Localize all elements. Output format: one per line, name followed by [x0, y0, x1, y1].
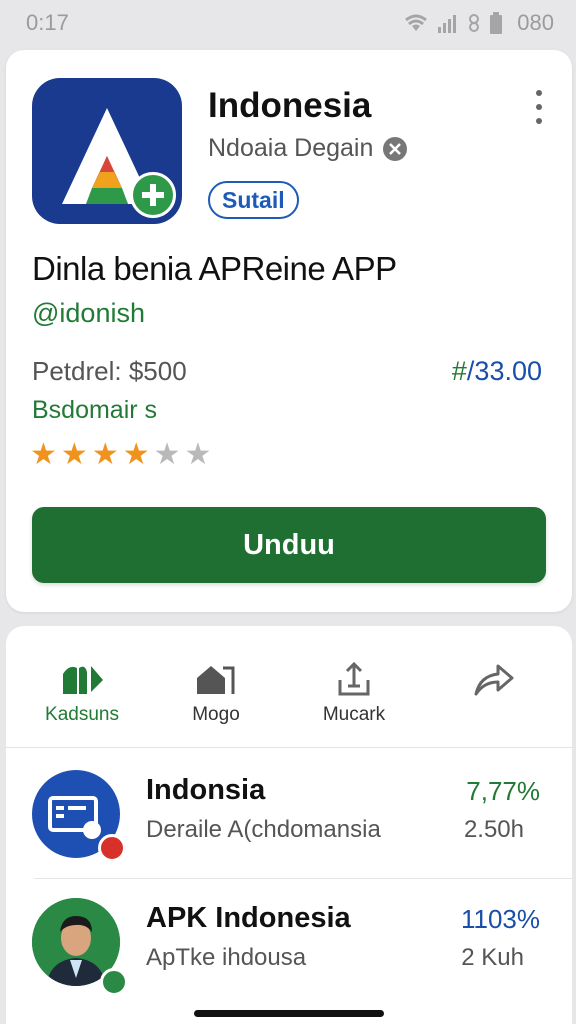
- app-avatar: [32, 770, 126, 862]
- star-empty-icon: ★: [153, 438, 181, 471]
- battery-level: 080: [517, 10, 554, 35]
- developer-name[interactable]: Ndoaia Degain: [208, 134, 373, 163]
- row-meta: 2 Kuh: [461, 944, 524, 971]
- divider: [34, 878, 572, 879]
- add-badge-icon: [130, 172, 176, 218]
- row-stat: 1103%: [460, 904, 540, 934]
- app-category[interactable]: Bsdomair s: [32, 396, 157, 425]
- price-hash: #: [451, 356, 467, 386]
- price-value: #/33.00: [452, 356, 542, 387]
- upload-icon: [338, 662, 370, 696]
- tab-store[interactable]: Kadsuns: [22, 662, 142, 726]
- alert-badge-icon: [98, 834, 126, 862]
- app-title: Dinla benia APReine APP: [32, 250, 397, 287]
- home-indicator[interactable]: [194, 1010, 384, 1017]
- app-handle[interactable]: @idonish: [32, 298, 145, 329]
- tab-upload[interactable]: Mucark: [294, 662, 414, 726]
- more-options-icon[interactable]: [530, 90, 548, 124]
- star-filled-icon: ★: [60, 438, 88, 471]
- tab-label: Kadsuns: [45, 704, 119, 725]
- row-subtitle: ApTke ihdousa: [146, 944, 307, 971]
- wifi-icon: [405, 14, 428, 31]
- developer-row[interactable]: Ndoaia Degain: [208, 134, 408, 163]
- row-title: APK Indonesia: [146, 902, 351, 934]
- app-icon[interactable]: [32, 78, 182, 224]
- status-icons: 080: [403, 10, 554, 36]
- star-filled-icon: ★: [122, 438, 150, 471]
- status-badge-icon: [100, 968, 128, 996]
- list-item[interactable]: Indonsia Deraile A(chdomansia 7,77% 2.50…: [6, 748, 572, 878]
- signal-icon: [438, 15, 457, 33]
- row-subtitle: Deraile A(chdomansia: [146, 816, 381, 843]
- battery-icon: [490, 12, 503, 34]
- tab-label: Mucark: [322, 704, 386, 725]
- app-name: Indonesia: [208, 86, 372, 125]
- price-label: Petdrel: $500: [32, 356, 187, 386]
- home-icon: [197, 666, 235, 694]
- row-meta: 2.50h: [463, 816, 524, 843]
- app-detail-card: Indonesia Ndoaia Degain Sutail Dinla ben…: [6, 50, 572, 612]
- list-card: Kadsuns Mogo Mucark Indonsia Deraile A(c…: [6, 626, 572, 1024]
- row-title: Indonsia: [146, 774, 266, 806]
- tab-bar: Kadsuns Mogo Mucark: [6, 626, 572, 748]
- app-tag-pill[interactable]: Sutail: [208, 181, 299, 219]
- close-circle-icon[interactable]: [383, 136, 408, 161]
- status-bar: 0:17 080: [0, 0, 576, 46]
- tab-label: Mogo: [192, 704, 240, 725]
- status-time: 0:17: [26, 10, 69, 35]
- star-filled-icon: ★: [30, 438, 57, 471]
- download-button[interactable]: Unduu: [32, 507, 546, 583]
- tab-share[interactable]: [434, 662, 554, 706]
- list-item[interactable]: APK Indonesia ApTke ihdousa 1103% 2 Kuh: [6, 882, 572, 1012]
- store-icon: [63, 666, 103, 694]
- vibrate-icon: [469, 14, 480, 32]
- row-stat: 7,77%: [466, 776, 540, 806]
- share-icon: [474, 664, 514, 696]
- star-rating: ★ ★ ★ ★ ★ ★: [30, 440, 211, 470]
- price-amount: /33.00: [466, 356, 542, 386]
- tab-home[interactable]: Mogo: [156, 662, 276, 726]
- star-empty-icon: ★: [184, 438, 212, 471]
- star-filled-icon: ★: [91, 438, 119, 471]
